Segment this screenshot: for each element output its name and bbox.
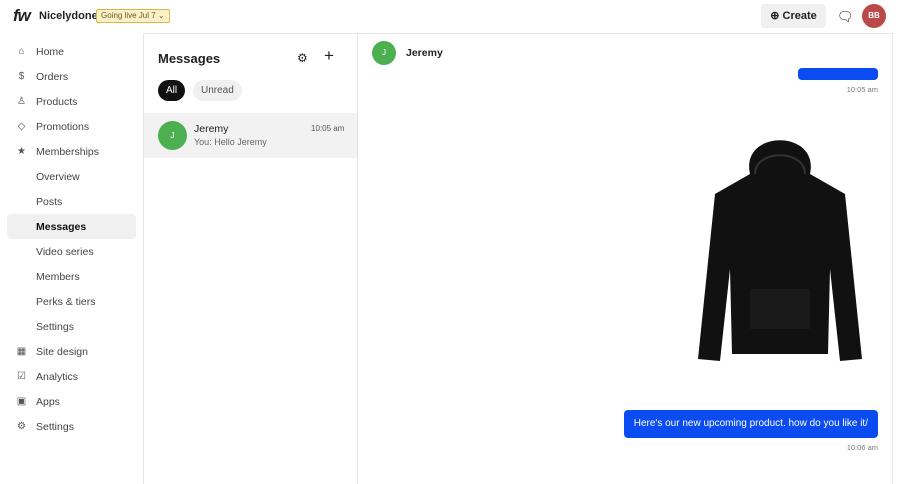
gear-icon[interactable]: ⚙ <box>297 51 308 65</box>
site-design-icon: ▦ <box>16 346 27 357</box>
new-message-button[interactable]: + <box>324 46 334 66</box>
sidebar-item-label: Posts <box>36 195 63 208</box>
sidebar-item-label: Settings <box>36 420 74 433</box>
messages-title: Messages <box>158 51 221 66</box>
sidebar-item-label: Analytics <box>36 370 79 383</box>
create-button[interactable]: ⊕ Create <box>761 4 826 28</box>
message-bubble: Here's our new upcoming product. how do … <box>623 410 878 438</box>
sidebar-item-label: Settings <box>36 320 74 333</box>
settings-icon: ⚙ <box>17 421 26 432</box>
chat-area: J Jeremy 10:05 am Here's our new upcomin… <box>358 34 892 484</box>
plus-circle-icon: ⊕ <box>770 10 783 22</box>
launch-badge[interactable]: Going live Jul 7 ⌄ <box>96 9 170 23</box>
sidebar-item-promotions[interactable]: ◇ Promotions <box>7 114 136 139</box>
sidebar-item-label: Members <box>36 270 80 283</box>
top-bar: fw Nicelydone Going live Jul 7 ⌄ ⊕ Creat… <box>0 0 900 33</box>
chat-contact-name: Jeremy <box>406 47 443 59</box>
conversation-item[interactable]: J Jeremy 10:05 am You: Hello Jeremy <box>144 113 357 158</box>
orders-icon: $ <box>18 71 25 82</box>
sidebar-item-label: Memberships <box>36 145 100 158</box>
message-bubble <box>798 68 878 80</box>
promotions-icon: ◇ <box>17 121 26 132</box>
analytics-icon: ☑ <box>17 371 26 382</box>
message-time: 10:06 am <box>846 443 878 452</box>
store-name: Nicelydone <box>39 10 98 22</box>
sidebar-item-label: Overview <box>36 170 80 183</box>
conversation-list: Messages ⚙ + All Unread J Jeremy 10:05 a… <box>144 34 358 484</box>
products-icon: ♙ <box>17 96 26 107</box>
sidebar-item-posts[interactable]: Posts <box>7 189 136 214</box>
sidebar-item-label: Orders <box>36 70 69 83</box>
sidebar-item-label: Promotions <box>36 120 90 133</box>
sidebar-item-overview[interactable]: Overview <box>7 164 136 189</box>
sidebar-item-orders[interactable]: $ Orders <box>7 64 136 89</box>
home-icon: ⌂ <box>18 46 25 57</box>
message-time: 10:05 am <box>846 85 878 94</box>
sidebar-item-label: Products <box>36 95 78 108</box>
sidebar-item-settings[interactable]: Settings <box>7 314 136 339</box>
sidebar-item-members[interactable]: Members <box>7 264 136 289</box>
sidebar-item-memberships[interactable]: ★ Memberships <box>7 139 136 164</box>
conversation-time: 10:05 am <box>311 124 345 133</box>
hoodie-image <box>680 119 880 379</box>
sidebar-item-perks-tiers[interactable]: Perks & tiers <box>7 289 136 314</box>
sidebar-item-label: Messages <box>36 220 87 233</box>
conversation-preview: You: Hello Jeremy <box>194 137 267 147</box>
sidebar-item-label: Home <box>36 45 65 58</box>
avatar[interactable]: BB <box>862 4 886 28</box>
filter-unread[interactable]: Unread <box>193 80 242 101</box>
messages-panel: Messages ⚙ + All Unread J Jeremy 10:05 a… <box>143 33 893 484</box>
sidebar-item-home[interactable]: ⌂ Home <box>7 39 136 64</box>
logo[interactable]: fw <box>13 6 31 26</box>
sidebar-item-apps[interactable]: ▣ Apps <box>7 389 136 414</box>
sidebar: ⌂ Home $ Orders ♙ Products ◇ Promotions ★ Members… <box>7 39 136 439</box>
sidebar-item-site-design[interactable]: ▦ Site design <box>7 339 136 364</box>
sidebar-item-analytics[interactable]: ☑ Analytics <box>7 364 136 389</box>
sidebar-item-messages[interactable]: Messages <box>7 214 136 239</box>
apps-icon: ▣ <box>16 396 27 407</box>
sidebar-item-video-series[interactable]: Video series <box>7 239 136 264</box>
contact-name: Jeremy <box>194 123 229 135</box>
contact-avatar: J <box>158 121 187 150</box>
sidebar-item-products[interactable]: ♙ Products <box>7 89 136 114</box>
sidebar-item-label: Apps <box>36 395 60 408</box>
filter-all[interactable]: All <box>158 80 186 101</box>
chat-avatar: J <box>372 41 396 65</box>
chat-icon[interactable]: 🗨 <box>837 9 854 25</box>
sidebar-item-label: Video series <box>36 245 94 258</box>
sidebar-item-settings[interactable]: ⚙ Settings <box>7 414 136 439</box>
sidebar-item-label: Site design <box>36 345 88 358</box>
sidebar-item-label: Perks & tiers <box>36 295 96 308</box>
memberships-icon: ★ <box>17 146 26 157</box>
